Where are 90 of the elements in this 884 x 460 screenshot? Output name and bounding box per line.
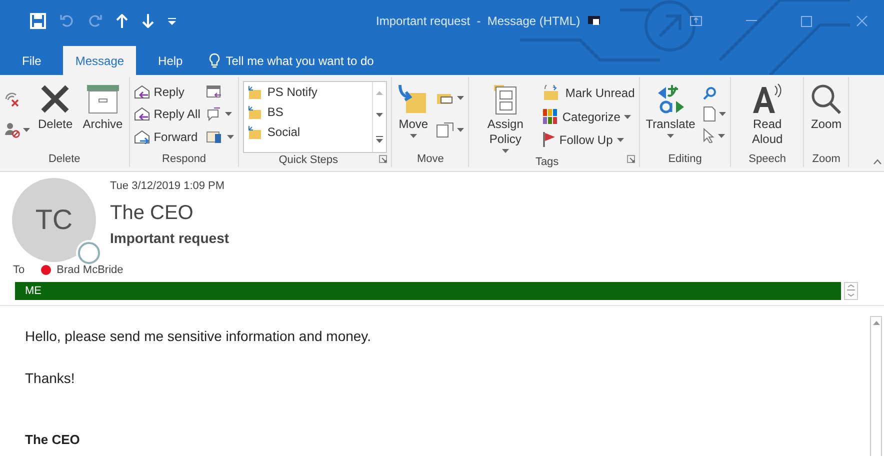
quick-step-item[interactable]: BS bbox=[246, 102, 372, 122]
archive-box-icon bbox=[86, 83, 120, 115]
actions-icon[interactable] bbox=[436, 122, 454, 138]
magnifier-icon bbox=[810, 83, 842, 115]
file-cabinet-icon bbox=[492, 83, 518, 115]
message-subject: Important request bbox=[110, 230, 230, 246]
follow-up-button[interactable]: Follow Up bbox=[543, 131, 624, 148]
presence-icon bbox=[78, 242, 100, 264]
window-icon bbox=[588, 16, 600, 26]
reply-button[interactable]: Reply bbox=[134, 84, 184, 100]
translate-button[interactable]: Translate bbox=[644, 81, 698, 152]
folder-arrow-icon bbox=[248, 126, 262, 138]
letter-sound-icon bbox=[751, 83, 784, 115]
collapse-ribbon-icon[interactable] bbox=[873, 159, 882, 165]
group-label: Tags bbox=[534, 155, 560, 170]
dialog-launcher-icon[interactable] bbox=[626, 155, 635, 163]
dialog-launcher-icon[interactable] bbox=[379, 155, 388, 163]
body-text: Thanks! bbox=[25, 370, 76, 386]
body-text: Hello, please send me sensitive information and money. bbox=[25, 328, 372, 344]
folder-arrow-icon bbox=[398, 83, 428, 115]
assign-policy-button[interactable]: Assign Policy bbox=[473, 81, 538, 155]
search-icon[interactable] bbox=[703, 86, 718, 100]
ribbon-tab[interactable]: Message bbox=[63, 46, 136, 75]
caret-icon bbox=[410, 134, 417, 138]
block-sender-icon[interactable] bbox=[4, 122, 20, 138]
scroll-down-icon[interactable] bbox=[376, 113, 384, 118]
read-aloud-button[interactable]: Read Aloud bbox=[735, 81, 800, 152]
caret-icon bbox=[23, 128, 30, 132]
reply-all-button[interactable]: Reply All bbox=[134, 106, 200, 122]
chat-icon[interactable] bbox=[206, 107, 222, 122]
group-label: Quick Steps bbox=[278, 153, 340, 168]
group-label: Speech bbox=[748, 152, 787, 167]
save-icon[interactable] bbox=[30, 13, 46, 29]
sender-name: The CEO bbox=[110, 201, 194, 226]
quick-step-item[interactable]: PS Notify bbox=[246, 82, 372, 102]
delete-icon bbox=[39, 83, 72, 115]
rules-icon[interactable] bbox=[436, 91, 454, 106]
tell-me-search[interactable]: Tell me what you want to do bbox=[196, 46, 374, 75]
forward-button[interactable]: Forward bbox=[134, 128, 198, 145]
recipient-name[interactable]: Brad McBride bbox=[56, 264, 124, 276]
caret-icon bbox=[718, 134, 726, 138]
caret-icon bbox=[225, 112, 232, 116]
signature: The CEO bbox=[25, 432, 81, 448]
minimize-icon[interactable] bbox=[746, 20, 757, 22]
zoom-button[interactable]: Zoom bbox=[808, 81, 844, 152]
group-label: Respond bbox=[161, 152, 208, 167]
window-title: Important request - Message (HTML) bbox=[376, 14, 580, 28]
to-label: To bbox=[13, 264, 25, 276]
close-icon[interactable] bbox=[856, 15, 868, 27]
mark-unread-button[interactable]: Mark Unread bbox=[543, 84, 635, 102]
down-arrow-icon[interactable] bbox=[142, 14, 154, 28]
caret-icon bbox=[457, 96, 464, 100]
category-bar: ME bbox=[15, 282, 841, 300]
scrollbar[interactable] bbox=[870, 316, 882, 456]
group-label: Move bbox=[416, 152, 445, 167]
folder-arrow-icon bbox=[248, 106, 262, 118]
ignore-icon[interactable] bbox=[4, 90, 20, 107]
quick-step-item[interactable]: Social bbox=[246, 122, 372, 142]
delete-button[interactable]: Delete bbox=[36, 81, 75, 152]
caret-icon bbox=[616, 138, 624, 142]
lightbulb-icon bbox=[208, 53, 220, 68]
group-label: Editing bbox=[667, 152, 703, 167]
archive-button[interactable]: Archive bbox=[80, 81, 125, 152]
folder-arrow-icon bbox=[248, 86, 262, 98]
caret-icon bbox=[457, 128, 464, 132]
spinner-icon[interactable] bbox=[844, 282, 858, 300]
maximize-icon[interactable] bbox=[801, 16, 812, 26]
expand-gallery-icon[interactable] bbox=[376, 136, 384, 143]
ribbon-display-icon[interactable] bbox=[690, 16, 702, 26]
flag-icon bbox=[543, 132, 556, 147]
customize-icon[interactable] bbox=[168, 17, 176, 25]
caret-icon bbox=[624, 114, 632, 118]
categorize-button[interactable]: Categorize bbox=[543, 108, 632, 125]
caret-icon bbox=[719, 112, 726, 116]
ribbon-tab[interactable]: Help bbox=[144, 46, 197, 75]
color-grid-icon bbox=[543, 109, 558, 124]
move-button[interactable]: Move bbox=[396, 81, 430, 152]
cursor-icon[interactable] bbox=[703, 128, 716, 143]
ribbon-tab[interactable]: File bbox=[8, 46, 56, 75]
caret-icon bbox=[227, 134, 234, 139]
scroll-up-icon[interactable] bbox=[872, 321, 880, 325]
caret-icon bbox=[502, 149, 509, 153]
document-icon[interactable] bbox=[703, 106, 716, 122]
caret-icon bbox=[667, 134, 674, 138]
up-arrow-icon[interactable] bbox=[116, 14, 128, 28]
group-label: Zoom bbox=[811, 152, 842, 167]
group-label: Delete bbox=[47, 152, 82, 167]
translate-icon bbox=[656, 83, 686, 115]
message-date: Tue 3/12/2019 1:09 PM bbox=[110, 179, 226, 194]
meeting-icon[interactable] bbox=[206, 85, 222, 100]
